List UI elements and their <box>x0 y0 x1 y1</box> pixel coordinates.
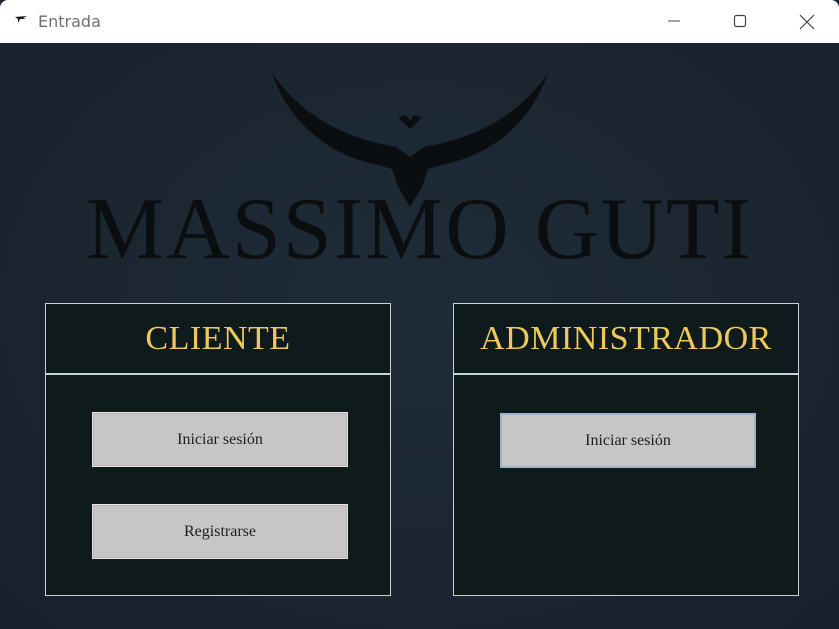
minimize-icon <box>668 20 680 22</box>
close-button[interactable] <box>773 0 839 43</box>
cliente-panel-header: CLIENTE <box>46 304 390 375</box>
cliente-register-button[interactable]: Registrarse <box>92 504 348 559</box>
administrador-login-button[interactable]: Iniciar sesión <box>500 413 756 468</box>
cliente-title: CLIENTE <box>145 319 291 357</box>
administrador-panel-header: ADMINISTRADOR <box>454 304 798 375</box>
cliente-panel: CLIENTE Iniciar sesión Registrarse <box>45 303 391 596</box>
title-bar[interactable]: Entrada <box>0 0 839 43</box>
administrador-panel-body: Iniciar sesión <box>454 375 798 595</box>
administrador-panel: ADMINISTRADOR Iniciar sesión <box>453 303 799 596</box>
window-title: Entrada <box>38 12 101 31</box>
brand-logo-text: MASSIMO GUTI <box>86 181 753 278</box>
administrador-title: ADMINISTRADOR <box>480 319 772 357</box>
cliente-login-button[interactable]: Iniciar sesión <box>92 412 348 467</box>
main-content: MASSIMO GUTI CLIENTE Iniciar sesión Regi… <box>0 43 839 629</box>
minimize-button[interactable] <box>641 0 707 43</box>
maximize-icon <box>733 14 747 28</box>
cliente-panel-body: Iniciar sesión Registrarse <box>46 375 390 595</box>
close-icon <box>799 14 815 30</box>
feather-app-icon <box>14 13 28 27</box>
app-window: Entrada MASSIMO GUTI CLIENTE Iniciar ses… <box>0 0 839 629</box>
maximize-button[interactable] <box>707 0 773 43</box>
